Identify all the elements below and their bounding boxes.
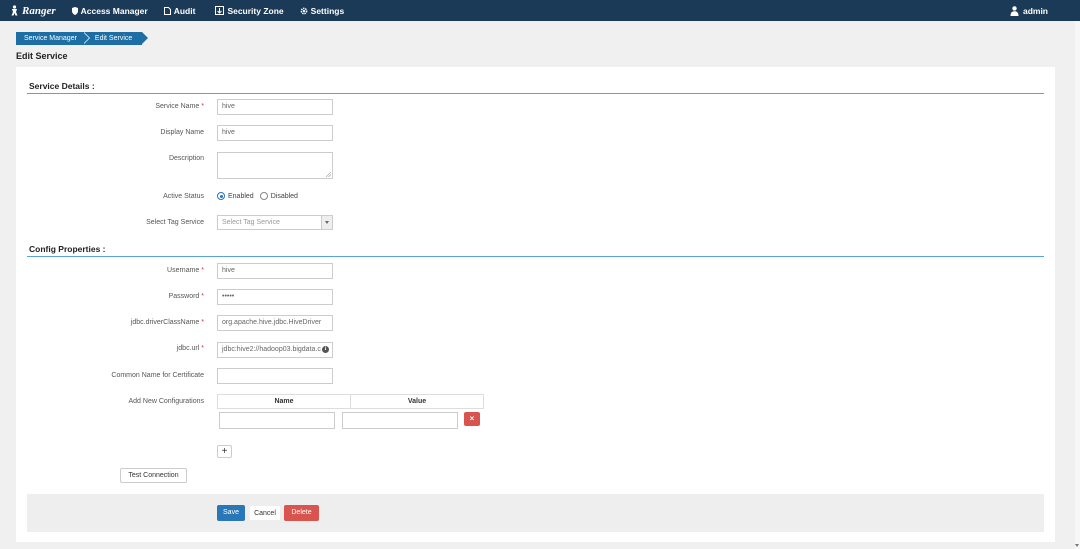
tag-service-select[interactable]: Select Tag Service xyxy=(217,215,333,230)
ranger-logo-icon xyxy=(11,5,18,16)
test-connection-button[interactable]: Test Connection xyxy=(120,468,187,483)
add-config-button[interactable]: + xyxy=(217,445,232,458)
username-label: Username * xyxy=(167,267,204,274)
user-icon xyxy=(1010,5,1019,16)
service-name-label: Service Name * xyxy=(155,103,204,110)
service-details-title: Service Details : xyxy=(29,81,95,91)
common-name-label: Common Name for Certificate xyxy=(111,372,204,379)
config-name-input[interactable] xyxy=(219,412,335,429)
page-title: Edit Service xyxy=(16,51,68,61)
config-properties-title: Config Properties : xyxy=(29,244,106,254)
chevron-down-icon xyxy=(321,216,332,229)
breadcrumb: Service Manager Edit Service xyxy=(16,32,149,45)
driver-class-label: jdbc.driverClassName * xyxy=(130,319,204,326)
radio-disabled[interactable] xyxy=(259,192,268,200)
display-name-input[interactable]: hive xyxy=(217,125,333,141)
config-table: Name Value xyxy=(217,394,484,409)
jdbc-url-label: jdbc.url * xyxy=(176,345,204,352)
resize-handle-icon[interactable] xyxy=(326,172,331,177)
remove-config-button[interactable]: × xyxy=(464,412,480,426)
add-new-config-label: Add New Configurations xyxy=(128,398,205,405)
radio-enabled-label: Enabled xyxy=(228,192,254,200)
active-status-label: Active Status xyxy=(163,193,204,200)
column-name: Name xyxy=(218,395,351,408)
jdbc-url-input[interactable]: jdbc:hive2://hadoop03.bigdata.c i xyxy=(217,342,333,358)
shield-icon xyxy=(71,6,78,15)
nav-access-manager[interactable]: Access Manager xyxy=(71,5,148,16)
service-name-input[interactable]: hive xyxy=(217,99,333,115)
display-name-label: Display Name xyxy=(160,129,204,136)
nav-settings[interactable]: Settings xyxy=(300,5,345,16)
nav-security-zone[interactable]: Security Zone xyxy=(215,5,284,16)
active-status-group: Enabled Disabled xyxy=(217,192,298,200)
form-actions-bar: Save Cancel Delete xyxy=(27,494,1044,532)
section-divider xyxy=(27,256,1044,257)
common-name-input[interactable] xyxy=(217,368,333,384)
save-button[interactable]: Save xyxy=(217,505,245,521)
nav-security-zone-label: Security Zone xyxy=(227,5,284,16)
gear-icon xyxy=(300,7,308,14)
zone-icon xyxy=(215,6,225,15)
edit-service-panel: Service Details : Service Name * hive Di… xyxy=(16,67,1055,542)
password-input[interactable]: ••••• xyxy=(217,289,333,305)
brand-name: Ranger xyxy=(22,4,56,17)
password-label: Password * xyxy=(168,293,204,300)
driver-class-input[interactable]: org.apache.hive.jdbc.HiveDriver xyxy=(217,315,333,331)
description-label: Description xyxy=(168,155,204,162)
user-name: admin xyxy=(1022,5,1048,16)
brand-logo[interactable]: Ranger xyxy=(10,5,56,17)
tag-service-label: Select Tag Service xyxy=(146,219,204,226)
top-navbar: Ranger Access Manager Audit Security Zon… xyxy=(0,0,1080,21)
user-menu[interactable]: admin xyxy=(1010,0,1048,21)
tag-service-placeholder: Select Tag Service xyxy=(222,219,280,226)
jdbc-url-value: jdbc:hive2://hadoop03.bigdata.c xyxy=(222,346,321,353)
scroll-down-icon[interactable] xyxy=(1075,544,1079,547)
radio-enabled[interactable] xyxy=(217,192,225,200)
breadcrumb-edit-service: Edit Service xyxy=(82,32,149,45)
description-textarea[interactable] xyxy=(217,152,333,179)
nav-audit[interactable]: Audit xyxy=(163,5,196,16)
nav-access-manager-label: Access Manager xyxy=(80,5,148,16)
section-divider xyxy=(27,93,1044,94)
radio-disabled-label: Disabled xyxy=(270,192,298,200)
file-icon xyxy=(163,6,171,15)
breadcrumb-service-manager[interactable]: Service Manager xyxy=(16,32,90,45)
info-icon[interactable]: i xyxy=(322,346,329,353)
config-table-header: Name Value xyxy=(217,394,484,409)
page-scrollbar[interactable] xyxy=(1075,21,1080,549)
nav-audit-label: Audit xyxy=(173,5,196,16)
cancel-button[interactable]: Cancel xyxy=(249,505,281,521)
username-input[interactable]: hive xyxy=(217,263,333,279)
nav-settings-label: Settings xyxy=(310,5,345,16)
delete-button[interactable]: Delete xyxy=(284,505,319,521)
config-value-input[interactable] xyxy=(342,412,458,429)
column-value: Value xyxy=(407,398,427,405)
